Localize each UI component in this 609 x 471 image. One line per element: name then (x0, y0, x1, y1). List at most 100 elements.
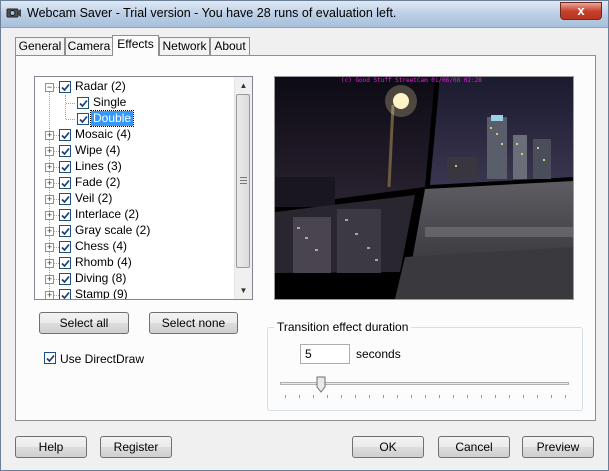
webcam-app-icon (6, 8, 21, 18)
slider-tick (327, 395, 328, 398)
tree-item-label: Diving (8) (75, 271, 127, 285)
collapse-icon[interactable]: − (45, 83, 54, 92)
tree-item[interactable]: + Rhomb (4) (35, 255, 235, 271)
tree-item[interactable]: + Fade (2) (35, 175, 235, 191)
tab-about[interactable]: About (210, 37, 250, 55)
title-bar[interactable]: Webcam Saver - Trial version - You have … (1, 1, 608, 28)
tree-item[interactable]: + Lines (3) (35, 159, 235, 175)
tree-item[interactable]: + Mosaic (4) (35, 127, 235, 143)
scroll-down-icon[interactable]: ▼ (235, 282, 252, 299)
slider-tick (481, 395, 482, 398)
tab-label: Network (162, 39, 207, 53)
tree-item-label: Rhomb (4) (75, 255, 132, 269)
checkbox[interactable] (59, 257, 71, 269)
close-button[interactable]: x (560, 2, 602, 20)
expand-icon[interactable]: + (45, 163, 54, 172)
scroll-up-icon[interactable]: ▲ (235, 77, 252, 94)
tab-label: General (18, 39, 62, 53)
slider-tick (369, 395, 370, 398)
checkbox[interactable] (59, 273, 71, 285)
use-directdraw-label: Use DirectDraw (60, 352, 145, 366)
checkmark-icon (61, 211, 70, 220)
expand-icon[interactable]: + (45, 259, 54, 268)
tab-label: About (214, 39, 246, 53)
checkbox[interactable] (59, 225, 71, 237)
checkbox[interactable] (59, 81, 71, 93)
preview-button[interactable]: Preview (522, 436, 594, 458)
tree-guide-line (66, 103, 75, 104)
seconds-label: seconds (356, 347, 401, 361)
checkbox[interactable] (44, 352, 56, 364)
tree-item[interactable]: + Gray scale (2) (35, 223, 235, 239)
help-button[interactable]: Help (15, 436, 87, 458)
tree-item[interactable]: + Interlace (2) (35, 207, 235, 223)
tab-camera[interactable]: Camera (65, 37, 113, 55)
duration-input[interactable]: 5 (300, 344, 350, 364)
tree-scrollbar[interactable]: ▲ ▼ (234, 77, 252, 299)
expand-icon[interactable]: + (45, 227, 54, 236)
tab-effects[interactable]: Effects (112, 35, 159, 56)
checkbox[interactable] (59, 289, 71, 299)
tab-label: Camera (67, 39, 111, 53)
tree-item-label: Fade (2) (75, 175, 121, 189)
slider-tick (425, 395, 426, 398)
expand-icon[interactable]: + (45, 275, 54, 284)
grip-icon (240, 175, 247, 184)
checkbox[interactable] (59, 241, 71, 253)
slider-tick (537, 395, 538, 398)
tree-guide-line (66, 119, 75, 120)
slider-tick (397, 395, 398, 398)
checkbox[interactable] (59, 145, 71, 157)
slider-tick (411, 395, 412, 398)
effect-preview-image: (c) Good Stuff StreetCam 01/06/08 02:28 (274, 76, 574, 300)
effects-tree[interactable]: − Radar (2) Single Double + Mosaic (4) + Wipe (… (34, 76, 253, 300)
expand-icon[interactable]: + (45, 147, 54, 156)
tree-item-label: Interlace (2) (75, 207, 140, 221)
register-button[interactable]: Register (100, 436, 172, 458)
select-none-button[interactable]: Select none (149, 312, 238, 334)
slider-tick (355, 395, 356, 398)
expand-icon[interactable]: + (45, 179, 54, 188)
tree-item[interactable]: − Radar (2) (35, 79, 235, 95)
checkmark-icon (61, 259, 70, 268)
transition-duration-title: Transition effect duration (274, 320, 412, 334)
slider-tick (439, 395, 440, 398)
checkmark-icon (61, 227, 70, 236)
tree-item[interactable]: + Wipe (4) (35, 143, 235, 159)
tab-network[interactable]: Network (159, 37, 210, 55)
scroll-thumb[interactable] (236, 94, 250, 268)
checkmark-icon (61, 275, 70, 284)
checkbox[interactable] (59, 177, 71, 189)
tree-item[interactable]: + Veil (2) (35, 191, 235, 207)
checkmark-icon (61, 147, 70, 156)
slider-tick (341, 395, 342, 398)
tab-general[interactable]: General (15, 37, 65, 55)
cancel-button[interactable]: Cancel (438, 436, 510, 458)
checkmark-icon (61, 243, 70, 252)
checkmark-icon (79, 115, 88, 124)
tree-item[interactable]: + Chess (4) (35, 239, 235, 255)
tree-item[interactable]: + Diving (8) (35, 271, 235, 287)
slider-tick (285, 395, 286, 398)
tree-child-item[interactable]: Double (35, 110, 235, 127)
expand-icon[interactable]: + (45, 131, 54, 140)
checkbox[interactable] (77, 97, 89, 109)
checkbox[interactable] (59, 161, 71, 173)
ok-button[interactable]: OK (352, 436, 424, 458)
duration-slider-thumb[interactable] (316, 376, 326, 393)
tree-child-item[interactable]: Single (35, 95, 235, 111)
checkbox[interactable] (59, 129, 71, 141)
checkbox[interactable] (59, 209, 71, 221)
tree-item-label: Radar (2) (75, 79, 126, 93)
tree-item-label: Gray scale (2) (75, 223, 151, 237)
select-all-button[interactable]: Select all (39, 312, 129, 334)
checkmark-icon (79, 99, 88, 108)
tree-item-label: Lines (3) (75, 159, 122, 173)
checkbox[interactable] (59, 193, 71, 205)
expand-icon[interactable]: + (45, 211, 54, 220)
tree-item[interactable]: + Stamp (9) (35, 287, 235, 299)
expand-icon[interactable]: + (45, 243, 54, 252)
checkbox[interactable] (77, 113, 89, 125)
expand-icon[interactable]: + (45, 195, 54, 204)
expand-icon[interactable]: + (45, 291, 54, 299)
